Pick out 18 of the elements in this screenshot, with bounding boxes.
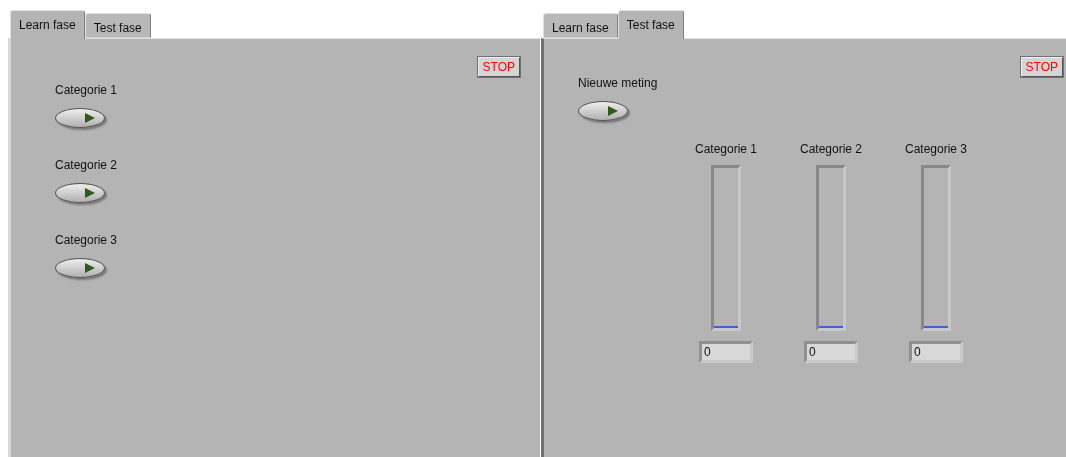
meter-label: Categorie 1 <box>694 143 757 155</box>
tab[interactable]: Test fase <box>84 13 151 38</box>
tab[interactable]: Test fase <box>617 10 684 39</box>
tab[interactable]: Learn fase <box>10 10 85 39</box>
meter-label: Categorie 2 <box>799 143 862 155</box>
numeric-indicator: 0 <box>909 341 963 363</box>
toggle-button[interactable] <box>55 108 105 128</box>
tab[interactable]: Learn fase <box>543 13 618 38</box>
button-label: Categorie 3 <box>55 234 118 246</box>
meter-label: Categorie 3 <box>904 143 967 155</box>
button-label: Nieuwe meting <box>578 77 658 89</box>
toggle-button[interactable] <box>578 101 628 121</box>
numeric-indicator: 0 <box>699 341 753 363</box>
toggle-button[interactable] <box>55 183 105 203</box>
toggle-button[interactable] <box>55 258 105 278</box>
button-label: Categorie 2 <box>55 159 118 171</box>
numeric-indicator: 0 <box>804 341 858 363</box>
button-label: Categorie 1 <box>55 84 118 96</box>
